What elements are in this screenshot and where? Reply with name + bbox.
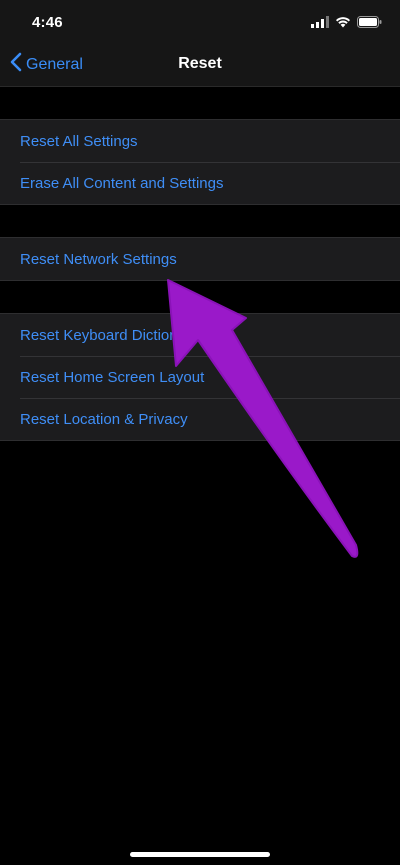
wifi-icon bbox=[335, 15, 351, 33]
settings-group: Reset Network Settings bbox=[0, 237, 400, 281]
list-item-label: Reset Home Screen Layout bbox=[20, 368, 205, 386]
reset-location-privacy-item[interactable]: Reset Location & Privacy bbox=[0, 398, 400, 440]
navigation-bar: General Reset bbox=[0, 40, 400, 87]
reset-home-screen-layout-item[interactable]: Reset Home Screen Layout bbox=[0, 356, 400, 398]
list-item-label: Reset Network Settings bbox=[20, 250, 177, 268]
status-icons bbox=[311, 15, 382, 33]
page-title: Reset bbox=[178, 55, 222, 72]
list-item-label: Erase All Content and Settings bbox=[20, 174, 224, 192]
status-time: 4:46 bbox=[32, 14, 63, 31]
reset-network-settings-item[interactable]: Reset Network Settings bbox=[0, 238, 400, 280]
home-indicator[interactable] bbox=[130, 852, 270, 857]
settings-group: Reset All Settings Erase All Content and… bbox=[0, 119, 400, 205]
list-item-label: Reset All Settings bbox=[20, 132, 138, 150]
reset-all-settings-item[interactable]: Reset All Settings bbox=[0, 120, 400, 162]
cellular-signal-icon bbox=[311, 15, 329, 33]
list-item-label: Reset Keyboard Dictionary bbox=[20, 326, 199, 344]
reset-keyboard-dictionary-item[interactable]: Reset Keyboard Dictionary bbox=[0, 314, 400, 356]
erase-all-content-item[interactable]: Erase All Content and Settings bbox=[0, 162, 400, 204]
battery-icon bbox=[357, 15, 382, 33]
list-item-label: Reset Location & Privacy bbox=[20, 410, 188, 428]
settings-group: Reset Keyboard Dictionary Reset Home Scr… bbox=[0, 313, 400, 441]
